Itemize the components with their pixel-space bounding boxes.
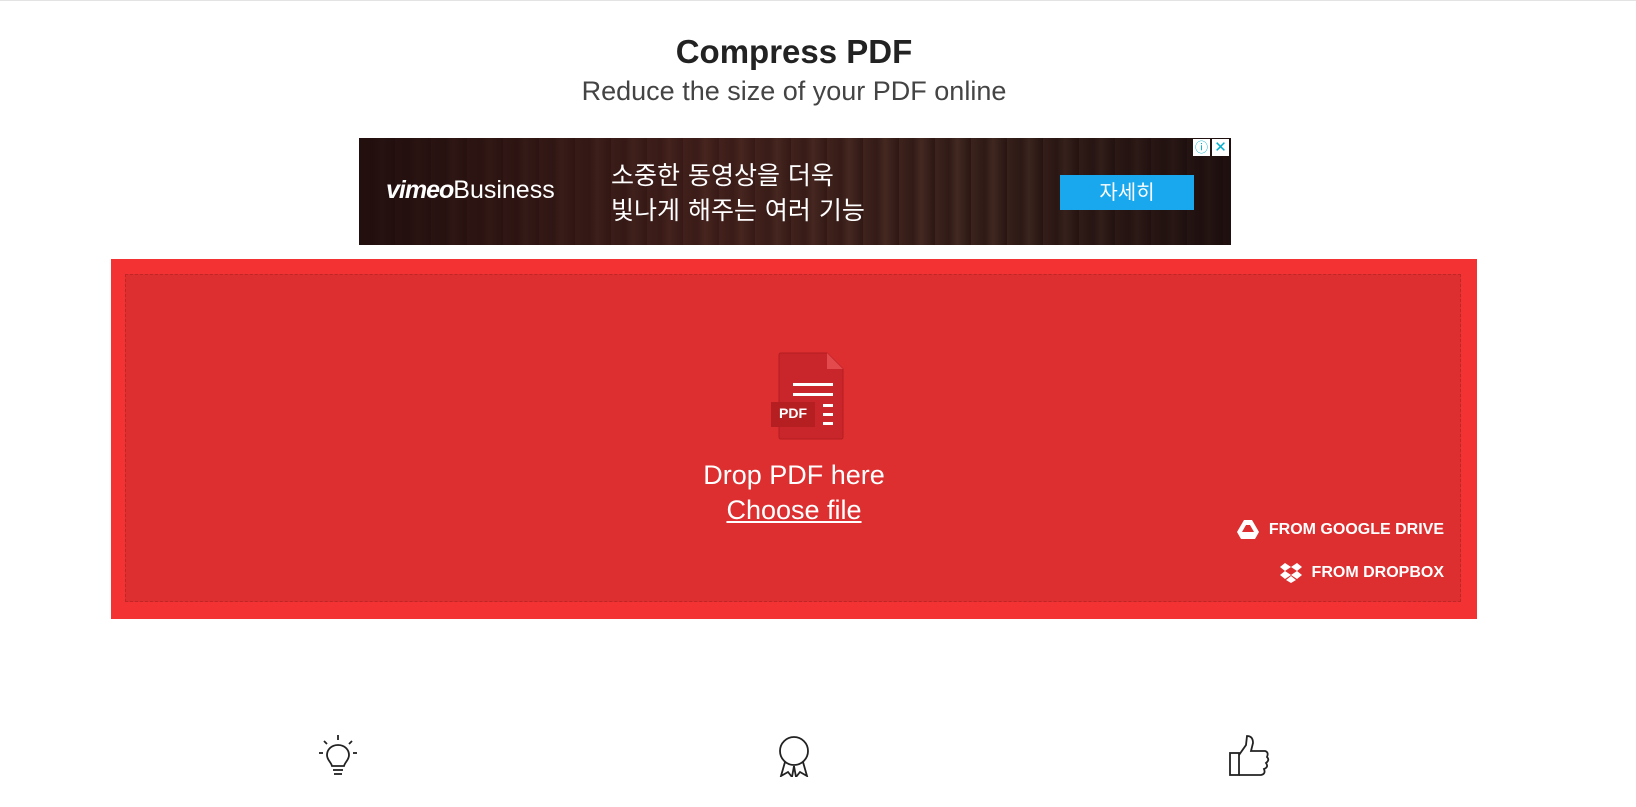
ad-brand-vimeo: vimeo bbox=[386, 176, 454, 204]
award-ribbon-icon bbox=[772, 733, 816, 780]
close-icon[interactable]: ✕ bbox=[1212, 139, 1229, 156]
ad-brand-logo: vimeoBusiness bbox=[386, 176, 555, 205]
top-divider bbox=[0, 0, 1636, 1]
drop-instruction: Drop PDF here bbox=[703, 460, 885, 490]
ad-copy-line2: 빛나게 해주는 여러 기능 bbox=[611, 196, 865, 225]
lightbulb-icon bbox=[316, 733, 360, 777]
ad-banner[interactable]: vimeoBusiness 소중한 동영상을 더욱 빛나게 해주는 여러 기능 … bbox=[359, 138, 1231, 245]
dropbox-icon bbox=[1279, 563, 1302, 583]
ad-cta-button[interactable]: 자세히 bbox=[1060, 175, 1194, 210]
pdf-icon-label: PDF bbox=[779, 405, 807, 421]
ad-brand-business: Business bbox=[453, 176, 555, 204]
google-drive-icon bbox=[1236, 520, 1259, 539]
drop-zone[interactable]: PDF Drop PDF here Choose file FROM GOOGL… bbox=[125, 274, 1461, 602]
from-dropbox-button[interactable]: FROM DROPBOX bbox=[1279, 563, 1444, 583]
page-subtitle: Reduce the size of your PDF online bbox=[581, 76, 1007, 106]
ad-copy: 소중한 동영상을 더욱 빛나게 해주는 여러 기능 bbox=[611, 158, 865, 228]
upload-area[interactable]: PDF Drop PDF here Choose file FROM GOOGL… bbox=[111, 259, 1477, 619]
pdf-file-icon: PDF bbox=[771, 351, 851, 451]
info-icon[interactable]: ⓘ bbox=[1193, 139, 1210, 156]
page-title: Compress PDF bbox=[675, 33, 913, 70]
google-drive-label: FROM GOOGLE DRIVE bbox=[1268, 520, 1444, 538]
ad-copy-line1: 소중한 동영상을 더욱 bbox=[611, 161, 834, 190]
thumbs-up-icon bbox=[1228, 733, 1272, 777]
dropbox-label: FROM DROPBOX bbox=[1311, 564, 1444, 581]
from-google-drive-button[interactable]: FROM GOOGLE DRIVE bbox=[1236, 520, 1444, 539]
